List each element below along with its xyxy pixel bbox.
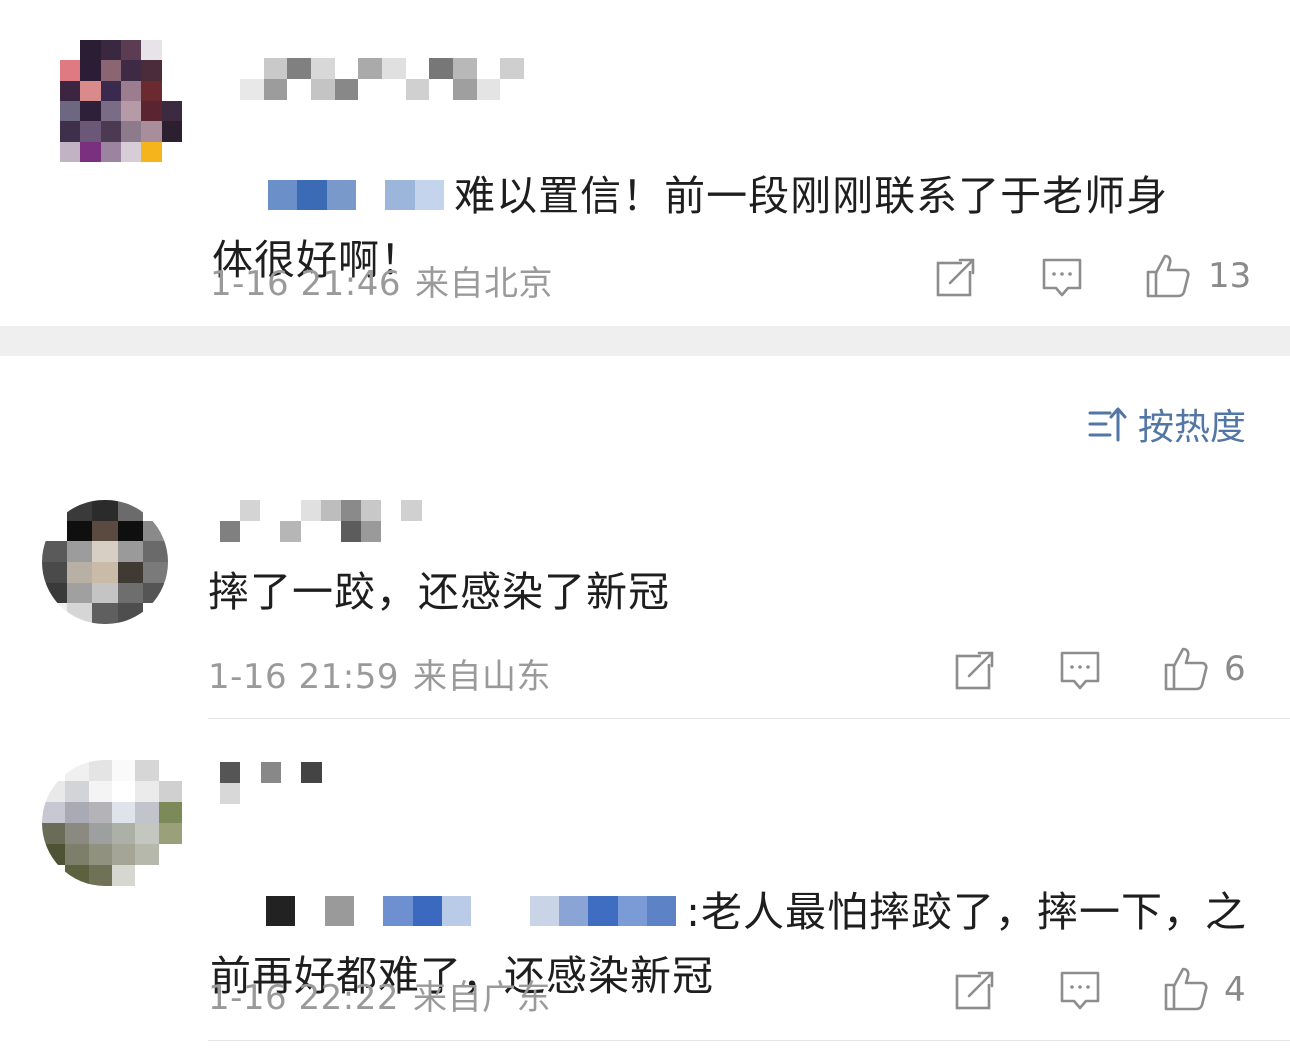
comment-icon[interactable] [1058, 968, 1102, 1012]
comment-icon[interactable] [1058, 648, 1102, 692]
avatar[interactable] [42, 500, 168, 624]
avatar[interactable] [60, 40, 182, 162]
reply-target-blurred[interactable] [266, 896, 677, 926]
comment-meta: 1-16 21:59 来自山东 [208, 649, 551, 698]
comment-text: 难以置信！前一段刚刚联系了于老师身 体很好啊！ [212, 172, 1169, 284]
thumbs-up-icon[interactable] [1162, 645, 1210, 693]
share-icon[interactable] [934, 255, 978, 299]
avatar[interactable] [42, 760, 182, 886]
comment-time: 1-16 21:59 [208, 657, 399, 697]
like-count: 6 [1224, 649, 1246, 689]
username-blurred[interactable] [240, 58, 524, 100]
sort-label: 按热度 [1137, 407, 1246, 448]
comment-divider [208, 718, 1290, 719]
comment-text: 摔了一跤，还感染了新冠 [208, 568, 670, 616]
sort-hot-icon [1088, 404, 1128, 444]
comment-icon[interactable] [1040, 255, 1084, 299]
comment-divider [208, 1040, 1290, 1041]
comment-location: 来自北京 [414, 264, 553, 304]
username-blurred[interactable] [220, 500, 462, 542]
thumbs-up-icon[interactable] [1162, 965, 1210, 1013]
section-divider [0, 326, 1290, 356]
comment-meta: 1-16 21:46 来自北京 [210, 256, 553, 305]
thumbs-up-icon[interactable] [1144, 252, 1192, 300]
comment-location: 来自山东 [412, 657, 551, 697]
share-icon[interactable] [953, 648, 997, 692]
comment-time: 1-16 21:46 [210, 264, 401, 304]
reply-target-blurred[interactable] [268, 180, 445, 210]
share-icon[interactable] [953, 968, 997, 1012]
like-count: 13 [1208, 256, 1252, 296]
sort-toggle[interactable]: 按热度 [1088, 398, 1246, 450]
like-count: 4 [1224, 970, 1246, 1010]
comment-meta: 1-16 22:22 来自广东 [208, 970, 551, 1019]
avatar-mosaic [42, 500, 168, 624]
comment-location: 来自广东 [412, 978, 551, 1018]
comment-time: 1-16 22:22 [208, 978, 399, 1018]
avatar-mosaic [60, 40, 182, 162]
username-blurred[interactable] [220, 762, 342, 804]
comment-feed: 难以置信！前一段刚刚联系了于老师身 体很好啊！ 1-16 21:46 来自北京 1… [0, 0, 1290, 1050]
avatar-mosaic [42, 760, 182, 886]
